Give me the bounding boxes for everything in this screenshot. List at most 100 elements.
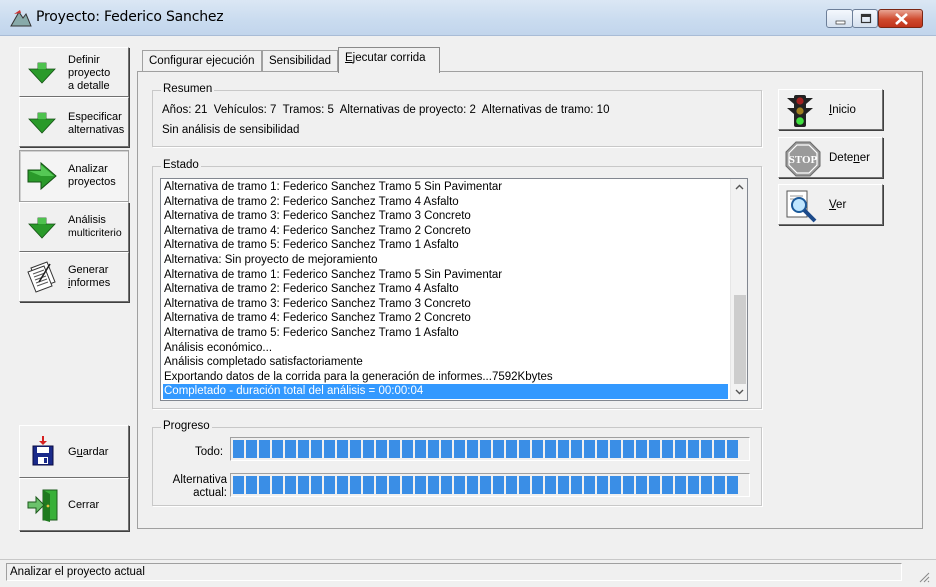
stop-button-label: Detener xyxy=(829,152,870,164)
state-title: Estado xyxy=(161,159,201,171)
progress-block xyxy=(701,440,712,458)
progress-block xyxy=(597,476,608,494)
nav-generate-reports[interactable]: Generar informes xyxy=(19,252,129,302)
progress-block xyxy=(324,476,335,494)
title-bar[interactable]: Proyecto: Federico Sanchez xyxy=(0,0,936,36)
log-row[interactable]: Alternativa de tramo 2: Federico Sanchez… xyxy=(163,195,728,210)
log-row[interactable]: Alternativa de tramo 4: Federico Sanchez… xyxy=(163,311,728,326)
log-row[interactable]: Alternativa de tramo 1: Federico Sanchez… xyxy=(163,180,728,195)
summary-counts: Años: 21 Vehículos: 7 Tramos: 5 Alternat… xyxy=(162,104,610,116)
reports-icon xyxy=(25,260,61,297)
nav-specify-alternatives-label: Especificar alternativas xyxy=(68,111,125,136)
nav-define-project-label: Definir proyecto a detalle xyxy=(68,54,111,92)
progress-block xyxy=(610,476,621,494)
log-row[interactable]: Alternativa de tramo 1: Federico Sanchez… xyxy=(163,268,728,283)
window-title: Proyecto: Federico Sanchez xyxy=(36,9,224,25)
close-window-button[interactable] xyxy=(878,9,923,28)
green-right-arrow-icon xyxy=(25,161,59,194)
nav-multicriteria-analysis[interactable]: Análisis multicriterio xyxy=(19,202,129,252)
progress-block xyxy=(272,476,283,494)
nav-specify-alternatives[interactable]: Especificar alternativas xyxy=(19,97,129,147)
progress-block xyxy=(480,476,491,494)
progress-block xyxy=(558,440,569,458)
progress-block xyxy=(662,440,673,458)
progress-block xyxy=(259,476,270,494)
tab-run-execution[interactable]: Ejecutar corrida xyxy=(338,47,440,73)
log-row[interactable]: Alternativa de tramo 4: Federico Sanchez… xyxy=(163,224,728,239)
tab-sensitivity-label: Sensibilidad xyxy=(269,55,332,67)
progress-block xyxy=(233,476,244,494)
progress-block xyxy=(714,440,725,458)
progress-block xyxy=(714,476,725,494)
progress-block xyxy=(519,476,530,494)
tab-sensitivity[interactable]: Sensibilidad xyxy=(262,50,338,72)
close-button[interactable]: Cerrar xyxy=(19,478,129,531)
progress-block xyxy=(298,440,309,458)
progress-bar-all-fill xyxy=(233,440,747,458)
scroll-up-button[interactable] xyxy=(731,179,747,196)
progress-block xyxy=(402,440,413,458)
progress-block xyxy=(701,476,712,494)
progress-block xyxy=(272,440,283,458)
progress-block xyxy=(376,476,387,494)
resize-grip-icon[interactable] xyxy=(918,571,930,583)
progress-block xyxy=(649,440,660,458)
view-button[interactable]: Ver xyxy=(778,184,883,225)
progress-block xyxy=(285,476,296,494)
summary-title: Resumen xyxy=(161,83,215,95)
progress-block xyxy=(649,476,660,494)
progress-block xyxy=(662,476,673,494)
progress-block xyxy=(571,440,582,458)
log-row[interactable]: Alternativa de tramo 5: Federico Sanchez… xyxy=(163,326,728,341)
nav-define-project[interactable]: Definir proyecto a detalle xyxy=(19,47,129,97)
progress-block xyxy=(636,440,647,458)
log-row[interactable]: Completado - duración total del análisis… xyxy=(163,384,728,399)
stop-sign-icon: STOP xyxy=(785,141,821,180)
progress-all-label: Todo: xyxy=(195,446,224,458)
log-row[interactable]: Alternativa de tramo 3: Federico Sanchez… xyxy=(163,297,728,312)
tab-run-execution-label: Ejecutar corrida xyxy=(345,52,426,64)
magnifier-icon xyxy=(785,189,819,226)
progress-block xyxy=(467,476,478,494)
state-log-list[interactable]: Alternativa de tramo 1: Federico Sanchez… xyxy=(160,178,748,401)
chevron-up-icon xyxy=(735,184,744,190)
start-button[interactable]: Inicio xyxy=(778,89,883,130)
floppy-save-icon xyxy=(32,436,54,469)
log-row[interactable]: Alternativa: Sin proyecto de mejoramient… xyxy=(163,253,728,268)
log-row[interactable]: Alternativa de tramo 2: Federico Sanchez… xyxy=(163,282,728,297)
nav-analyze-projects[interactable]: Analizar proyectos xyxy=(19,150,129,202)
progress-block xyxy=(727,440,738,458)
status-bar: Analizar el proyecto actual xyxy=(0,559,936,587)
log-row[interactable]: Alternativa de tramo 5: Federico Sanchez… xyxy=(163,238,728,253)
progress-block xyxy=(727,476,738,494)
minimize-button[interactable] xyxy=(826,9,853,28)
progress-block xyxy=(311,476,322,494)
progress-block xyxy=(506,476,517,494)
stop-button[interactable]: STOP Detener xyxy=(778,137,883,178)
log-row[interactable]: Análisis económico... xyxy=(163,341,728,356)
progress-block xyxy=(558,476,569,494)
maximize-button[interactable] xyxy=(852,9,878,28)
progress-block xyxy=(532,440,543,458)
progress-block xyxy=(246,476,257,494)
log-row[interactable]: Exportando datos de la corrida para la g… xyxy=(163,370,728,385)
log-row[interactable]: Análisis completado satisfactoriamente xyxy=(163,355,728,370)
view-button-label: Ver xyxy=(829,199,847,211)
summary-sensitivity: Sin análisis de sensibilidad xyxy=(162,124,300,136)
chevron-down-icon xyxy=(735,389,744,395)
progress-block xyxy=(545,476,556,494)
log-row[interactable]: Alternativa de tramo 3: Federico Sanchez… xyxy=(163,209,728,224)
progress-block xyxy=(350,440,361,458)
scroll-thumb[interactable] xyxy=(734,295,746,384)
progress-block xyxy=(584,476,595,494)
scroll-down-button[interactable] xyxy=(731,383,747,400)
start-button-label: Inicio xyxy=(829,104,856,116)
progress-block xyxy=(324,440,335,458)
minimize-icon xyxy=(835,20,846,25)
tab-configure-execution[interactable]: Configurar ejecución xyxy=(142,50,262,72)
progress-block xyxy=(623,476,634,494)
log-scrollbar[interactable] xyxy=(730,179,747,400)
progress-block xyxy=(415,476,426,494)
save-button[interactable]: Guardar xyxy=(19,425,129,478)
progress-block xyxy=(428,440,439,458)
